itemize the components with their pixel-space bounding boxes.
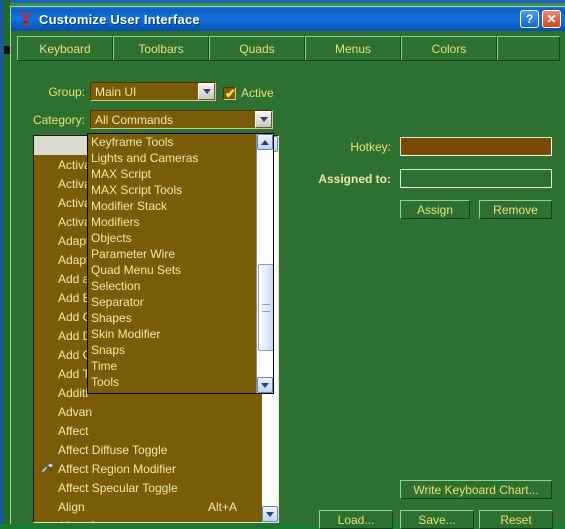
command-name: Align [58,500,208,514]
command-row[interactable]: Affect Specular Toggle [34,478,262,497]
command-name: Affect Region Modifier [58,462,208,476]
close-button[interactable]: ✕ [542,10,561,28]
command-name: Align Camera [58,519,208,523]
command-icon-empty [36,156,58,173]
max-logo-icon [14,8,36,30]
dropdown-item[interactable]: Keyframe Tools [88,134,256,150]
command-icon-empty [36,365,58,382]
command-icon-empty [36,479,58,496]
grip-icon [262,304,270,312]
chevron-down-icon[interactable] [198,83,215,100]
desktop-top-stripe [0,0,565,3]
command-icon-empty [36,194,58,211]
command-row[interactable]: AlignAlt+A [34,497,262,516]
command-row[interactable]: Affect Diffuse Toggle [34,440,262,459]
chevron-down-icon[interactable] [255,111,272,128]
category-dropdown-items: Keyframe ToolsLights and CamerasMAX Scri… [88,134,256,393]
command-icon-empty [36,422,58,439]
dropdown-item[interactable]: Modifier Stack [88,198,256,214]
command-icon-empty [36,498,58,515]
dropdown-item[interactable]: Time [88,358,256,374]
command-icon-empty [36,403,58,420]
active-checkbox[interactable]: ✔ [223,87,236,100]
category-combobox[interactable]: All Commands [90,110,273,129]
check-icon: ✔ [225,87,236,100]
dropdown-item[interactable]: Lights and Cameras [88,150,256,166]
dropdown-item[interactable]: MAX Script Tools [88,182,256,198]
scroll-down-icon[interactable] [262,506,278,522]
dropdown-item[interactable]: Separator [88,294,256,310]
command-hotkey: Alt+A [208,500,262,514]
category-value: All Commands [91,113,255,127]
command-icon-empty [36,384,58,401]
tab-quads[interactable]: Quads [209,36,305,61]
scroll-up-icon[interactable] [257,134,273,150]
hotkey-label: Hotkey: [279,140,391,154]
dropdown-item[interactable]: Tools [88,374,256,390]
dropdown-item[interactable]: Objects [88,230,256,246]
command-icon-empty [36,137,58,154]
window-title: Customize User Interface [39,12,200,27]
dropdown-item[interactable]: Snaps [88,342,256,358]
command-row[interactable]: Affect [34,421,262,440]
tab-keyboard[interactable]: Keyboard [17,36,113,61]
reset-button[interactable]: Reset [479,510,553,529]
command-icon-empty [36,517,58,522]
remove-button[interactable]: Remove [479,200,552,219]
load-button[interactable]: Load... [319,510,393,529]
category-dropdown-scrollbar[interactable] [256,134,273,393]
dropdown-item[interactable]: Parameter Wire [88,246,256,262]
dropdown-item[interactable]: Selection [88,278,256,294]
command-name: Advan [58,405,208,419]
assigned-to-input[interactable] [400,169,552,188]
command-icon-empty [36,232,58,249]
command-icon-empty [36,175,58,192]
command-icon-empty [36,308,58,325]
category-dropdown-list[interactable]: Keyframe ToolsLights and CamerasMAX Scri… [87,133,274,394]
tab-colors[interactable]: Colors [401,36,497,61]
dropdown-item[interactable]: Modifiers [88,214,256,230]
command-icon-empty [36,251,58,268]
group-value: Main UI [91,85,198,99]
command-icon-empty [36,346,58,363]
command-row[interactable]: Advan [34,402,262,421]
desktop-left-stripe [0,0,3,524]
command-name: Affect Diffuse Toggle [58,443,208,457]
tab-underline [17,60,560,61]
tab-toolbars[interactable]: Toolbars [113,36,209,61]
tab-menus[interactable]: Menus [305,36,401,61]
command-icon-empty [36,213,58,230]
help-button[interactable]: ? [520,10,539,28]
title-bar: Customize User Interface ? ✕ [11,7,565,31]
dropdown-item[interactable]: Track View [88,390,256,394]
write-keyboard-chart-button[interactable]: Write Keyboard Chart... [400,480,552,499]
command-name: Affect Specular Toggle [58,481,208,495]
customize-user-interface-window: Customize User Interface ? ✕ Keyboard To… [10,6,565,524]
group-combobox[interactable]: Main UI [90,82,216,101]
command-row[interactable]: Affect Region Modifier [34,459,262,478]
tab-bar: Keyboard Toolbars Quads Menus Colors [17,36,560,61]
command-row[interactable]: Align Camera [34,516,262,522]
dropdown-item[interactable]: MAX Script [88,166,256,182]
command-icon-empty [36,441,58,458]
dropdown-item[interactable]: Shapes [88,310,256,326]
category-label: Category: [19,113,85,127]
hotkey-input[interactable] [400,137,552,156]
active-label: Active [241,86,274,100]
group-label: Group: [19,85,85,99]
scrollbar-thumb[interactable] [258,264,274,351]
scroll-down-icon[interactable] [257,377,273,393]
command-icon-empty [36,327,58,344]
command-icon-empty [36,270,58,287]
assign-button[interactable]: Assign [400,200,470,219]
tab-filler [497,36,560,61]
dropdown-item[interactable]: Quad Menu Sets [88,262,256,278]
tool-icon [36,460,58,477]
command-icon-empty [36,289,58,306]
command-name: Affect [58,424,208,438]
save-button[interactable]: Save... [400,510,474,529]
assigned-to-label: Assigned to: [279,172,391,186]
dropdown-item[interactable]: Skin Modifier [88,326,256,342]
